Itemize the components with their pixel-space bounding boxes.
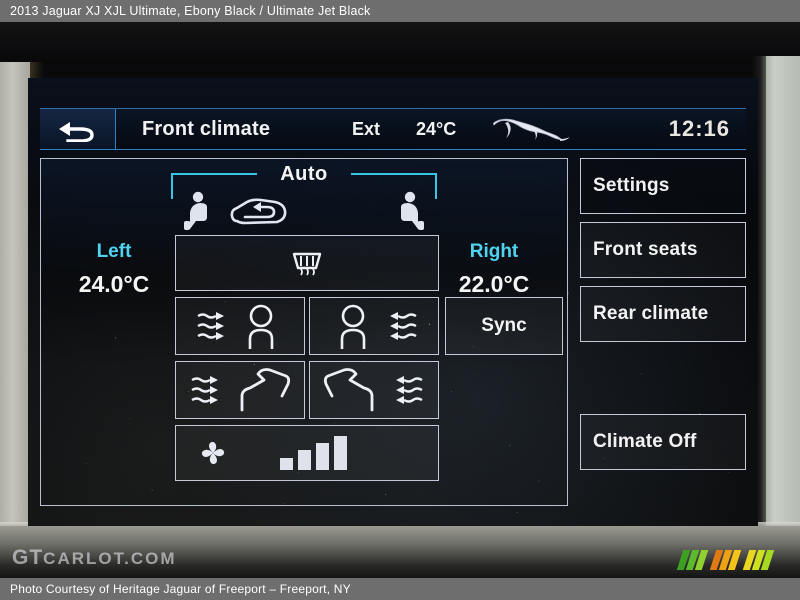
listing-title-bar: 2013 Jaguar XJ XJL Ultimate, Ebony Black… <box>0 0 800 22</box>
seated-legs-left-icon <box>240 368 291 412</box>
front-seats-button[interactable]: Front seats <box>580 222 746 278</box>
fan-speed-bars[interactable] <box>280 436 347 470</box>
fan-bar-3 <box>316 443 329 470</box>
listing-title: 2013 Jaguar XJ XJL Ultimate, Ebony Black… <box>10 4 371 18</box>
left-zone-temperature[interactable]: Left 24.0°C <box>55 241 173 298</box>
front-seats-label: Front seats <box>593 239 698 260</box>
left-zone-value: 24.0°C <box>78 271 150 297</box>
page-title: Front climate <box>142 117 271 140</box>
airflow-arrows-left-icon <box>396 376 423 404</box>
footwell-vent-right-button[interactable] <box>309 361 439 419</box>
infotainment-touchscreen[interactable]: Front climate Ext 24°C 12:16 Auto Left 2… <box>28 78 758 526</box>
screen-header-content: Front climate Ext 24°C 12:16 <box>116 109 746 149</box>
climate-off-label: Climate Off <box>593 431 697 452</box>
auto-mode-label: Auto <box>280 163 328 185</box>
watermark-brand-rest: CARLOT.COM <box>43 549 177 568</box>
air-recirculation-icon[interactable] <box>227 197 289 229</box>
right-zone-temperature[interactable]: Right 22.0°C <box>435 241 553 298</box>
right-zone-label: Right <box>469 241 519 262</box>
clock: 12:16 <box>668 116 730 141</box>
settings-button[interactable]: Settings <box>580 158 746 214</box>
airflow-arrows-left-icon <box>390 312 417 340</box>
dashboard-trim-right <box>762 56 800 536</box>
upper-body-icon <box>248 304 274 349</box>
dashboard-upper-bezel <box>0 22 800 64</box>
jaguar-leaper-icon <box>488 115 572 143</box>
left-zone-label: Left <box>96 241 132 262</box>
photo-credit: Photo Courtesy of Heritage Jaguar of Fre… <box>10 582 351 596</box>
fan-blower-icon <box>201 441 225 465</box>
front-climate-panel: Auto Left 24.0°C Right 22.0°C Sync <box>40 158 568 506</box>
back-arrow-icon <box>58 122 94 142</box>
fan-bar-1 <box>280 458 293 470</box>
fan-bar-4 <box>334 436 347 470</box>
photo-credit-bar: Photo Courtesy of Heritage Jaguar of Fre… <box>0 578 800 600</box>
face-vent-right-button[interactable] <box>309 297 439 355</box>
rear-climate-button[interactable]: Rear climate <box>580 286 746 342</box>
climate-off-button[interactable]: Climate Off <box>580 414 746 470</box>
watermark-logo-bars <box>676 546 784 570</box>
seated-legs-right-icon <box>323 368 374 412</box>
auto-mode-row: Auto <box>41 159 567 237</box>
driver-seat-icon[interactable] <box>179 191 213 231</box>
watermark-brand-lead: GT <box>12 546 44 569</box>
footwell-vent-left-button[interactable] <box>175 361 305 419</box>
screen-header-bar: Front climate Ext 24°C 12:16 <box>40 108 746 150</box>
windshield-defrost-icon <box>292 252 322 276</box>
airflow-arrows-right-icon <box>191 376 218 404</box>
face-vent-left-button[interactable] <box>175 297 305 355</box>
settings-label: Settings <box>593 175 670 196</box>
back-button[interactable] <box>40 109 116 149</box>
exterior-temp-value: 24°C <box>416 118 457 139</box>
fan-speed-button[interactable] <box>175 425 439 481</box>
rear-climate-label: Rear climate <box>593 303 709 324</box>
fan-bar-2 <box>298 450 311 470</box>
sync-label: Sync <box>481 315 527 336</box>
upper-body-icon <box>340 304 366 349</box>
airflow-arrows-right-icon <box>197 312 224 340</box>
right-zone-value: 22.0°C <box>458 271 530 297</box>
passenger-seat-icon[interactable] <box>395 191 429 231</box>
sync-button[interactable]: Sync <box>445 297 563 355</box>
vehicle-photo: Front climate Ext 24°C 12:16 Auto Left 2… <box>0 22 800 578</box>
windshield-defrost-button[interactable] <box>175 235 439 291</box>
exterior-temp-label: Ext <box>352 118 381 139</box>
watermark: GTCARLOT.COM <box>12 546 177 570</box>
